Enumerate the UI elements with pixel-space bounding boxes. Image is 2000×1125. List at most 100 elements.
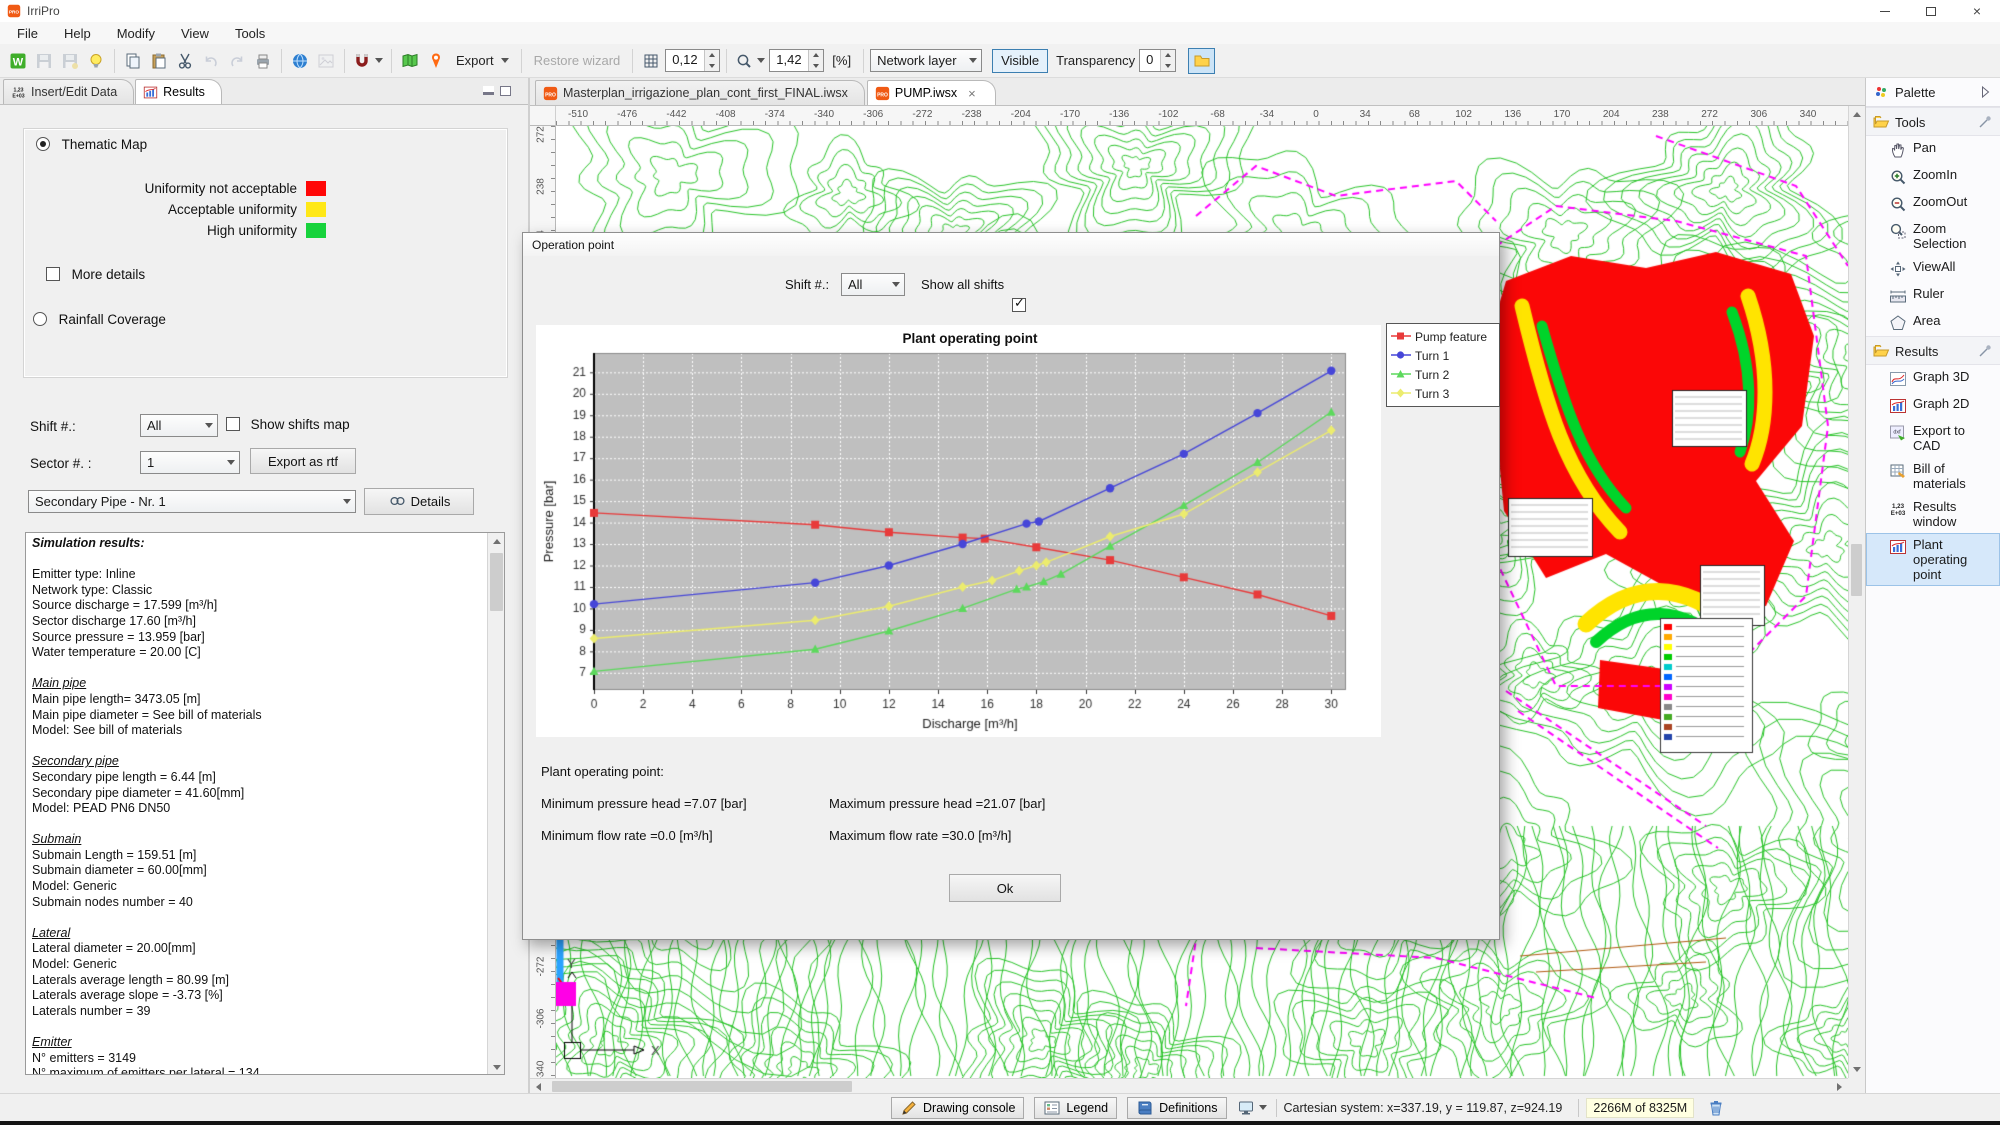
menu-modify[interactable]: Modify xyxy=(104,24,168,43)
more-details-checkbox[interactable]: More details xyxy=(46,267,145,282)
tab-insert-edit-data[interactable]: 1,23E+03Insert/Edit Data xyxy=(3,79,134,104)
palette-item-zoomin[interactable]: ZoomIn xyxy=(1866,163,2000,190)
panel-minimize-icon[interactable] xyxy=(483,86,494,95)
menu-file[interactable]: File xyxy=(4,24,51,43)
magnet-button[interactable] xyxy=(351,48,385,74)
palette-item-pan[interactable]: Pan xyxy=(1866,136,2000,163)
scrollbar-thumb[interactable] xyxy=(1851,544,1862,596)
percent-label: [%] xyxy=(826,53,857,68)
palette-item-plant-operating-point[interactable]: Plant operating point xyxy=(1866,533,2000,586)
bulb-button[interactable] xyxy=(84,48,108,74)
hand-icon xyxy=(1889,141,1907,159)
grid-step-spinner[interactable]: 0,12 xyxy=(665,49,720,72)
chart-title: Plant operating point xyxy=(594,331,1346,346)
palette-item-graph-3d[interactable]: Graph 3D xyxy=(1866,365,2000,392)
garbage-collect-button[interactable] xyxy=(1704,1095,1728,1121)
menu-help[interactable]: Help xyxy=(51,24,104,43)
print-button[interactable] xyxy=(251,48,275,74)
dropdown-arrow-icon[interactable] xyxy=(375,58,383,63)
results-line: Model: Generic xyxy=(32,879,482,895)
palette-header[interactable]: Palette xyxy=(1866,78,2000,107)
document-tab-pump-iwsx[interactable]: PROPUMP.iwsx× xyxy=(867,80,996,105)
palette-item-results-window[interactable]: 1,23E+03Results window xyxy=(1866,495,2000,533)
simulation-results[interactable]: Simulation results: Emitter type: Inline… xyxy=(25,532,505,1075)
palette-item-viewall[interactable]: ViewAll xyxy=(1866,255,2000,282)
layer-select[interactable]: Network layer xyxy=(870,49,982,72)
ruler-label: 272 xyxy=(536,126,547,155)
globe-button[interactable] xyxy=(288,48,312,74)
grid-snap-button[interactable] xyxy=(639,48,663,74)
visible-toggle[interactable]: Visible xyxy=(992,49,1048,73)
rainfall-coverage-radio[interactable]: Rainfall Coverage xyxy=(33,312,166,327)
series-marker-icon xyxy=(1391,386,1411,401)
view-all-icon xyxy=(1889,260,1907,278)
close-icon[interactable]: × xyxy=(965,85,979,102)
palette-item-export-to-cad[interactable]: dxfExport to CAD xyxy=(1866,419,2000,457)
palette-item-zoom-selection[interactable]: Zoom Selection xyxy=(1866,217,2000,255)
sector-select[interactable]: 1 xyxy=(140,451,240,474)
ruler-label: -238 xyxy=(952,109,992,120)
export-button[interactable]: Export xyxy=(450,53,515,68)
pin-icon[interactable] xyxy=(1976,113,1994,131)
cut-button[interactable] xyxy=(173,48,197,74)
details-button[interactable]: Details xyxy=(364,488,474,515)
definitions-button[interactable]: Definitions xyxy=(1127,1097,1226,1119)
map-vertical-scrollbar[interactable] xyxy=(1848,106,1863,1078)
legend-color-swatch xyxy=(306,202,326,217)
palette-item-label: Area xyxy=(1913,313,1940,328)
results-scrollbar[interactable] xyxy=(487,533,504,1075)
maximize-button[interactable] xyxy=(1908,0,1954,22)
paste-button[interactable] xyxy=(147,48,171,74)
menu-tools[interactable]: Tools xyxy=(222,24,278,43)
results-line: Sector discharge 17.60 [m³/h] xyxy=(32,614,482,630)
panel-maximize-icon[interactable] xyxy=(500,86,511,96)
ruler-corner xyxy=(530,106,556,126)
palette-item-graph-2d[interactable]: Graph 2D xyxy=(1866,392,2000,419)
collapse-arrow-icon[interactable] xyxy=(1976,83,1994,101)
document-tab-masterplan-irrigazione-plan-cont-first-final-iwsx[interactable]: PROMasterplan_irrigazione_plan_cont_firs… xyxy=(535,80,865,105)
zoom-out-icon xyxy=(1889,195,1907,213)
palette-item-bill-of-materials[interactable]: Bill of materials xyxy=(1866,457,2000,495)
palette-item-area[interactable]: Area xyxy=(1866,309,2000,336)
shift-select[interactable]: All xyxy=(140,414,218,437)
marker-icon xyxy=(427,52,445,70)
layer-manager-button[interactable] xyxy=(1188,48,1215,74)
palette-item-zoomout[interactable]: ZoomOut xyxy=(1866,190,2000,217)
palette-item-ruler[interactable]: Ruler xyxy=(1866,282,2000,309)
map-button[interactable] xyxy=(398,48,422,74)
legend-item: Acceptable uniformity xyxy=(40,199,326,220)
zoom-tool-button[interactable] xyxy=(733,48,767,74)
thematic-map-radio[interactable]: Thematic Map xyxy=(36,137,147,152)
palette-section-tools[interactable]: Tools xyxy=(1866,107,2000,136)
dialog-title: Operation point xyxy=(532,238,614,252)
minimize-button[interactable] xyxy=(1862,0,1908,22)
drawing-console-button[interactable]: Drawing console xyxy=(891,1097,1024,1119)
transparency-spinner[interactable]: 0 xyxy=(1139,49,1176,72)
pin-icon[interactable] xyxy=(1976,342,1994,360)
scrollbar-thumb[interactable] xyxy=(552,1081,852,1092)
export-rtf-button[interactable]: Export as rtf xyxy=(250,448,356,474)
svg-text:1,23: 1,23 xyxy=(1892,503,1905,510)
legend-button[interactable]: Legend xyxy=(1034,1097,1117,1119)
word-export-button[interactable]: W xyxy=(6,48,30,74)
copy-button[interactable] xyxy=(121,48,145,74)
zoom-level-spinner[interactable]: 1,42 xyxy=(769,49,824,72)
pipe-select[interactable]: Secondary Pipe - Nr. 1 xyxy=(28,490,356,513)
dialog-title-bar[interactable]: Operation point xyxy=(523,233,1499,256)
tab-results[interactable]: Results xyxy=(135,79,222,104)
show-shifts-checkbox[interactable]: Show shifts map xyxy=(226,417,350,432)
menu-view[interactable]: View xyxy=(168,24,222,43)
magnifier-icon xyxy=(735,52,753,70)
scrollbar-thumb[interactable] xyxy=(490,553,503,611)
map-horizontal-scrollbar[interactable] xyxy=(530,1078,1848,1093)
ok-button[interactable]: Ok xyxy=(949,874,1061,902)
dialog-shift-select[interactable]: All xyxy=(841,273,905,296)
transparency-label: Transparency xyxy=(1050,53,1141,68)
display-mode-button[interactable] xyxy=(1235,1095,1269,1121)
palette-section-results[interactable]: Results xyxy=(1866,336,2000,365)
marker-button[interactable] xyxy=(424,48,448,74)
close-button[interactable]: × xyxy=(1954,0,2000,22)
print-icon xyxy=(254,52,272,70)
save-icon xyxy=(35,52,53,70)
show-all-shifts-checkbox[interactable] xyxy=(1012,298,1026,312)
